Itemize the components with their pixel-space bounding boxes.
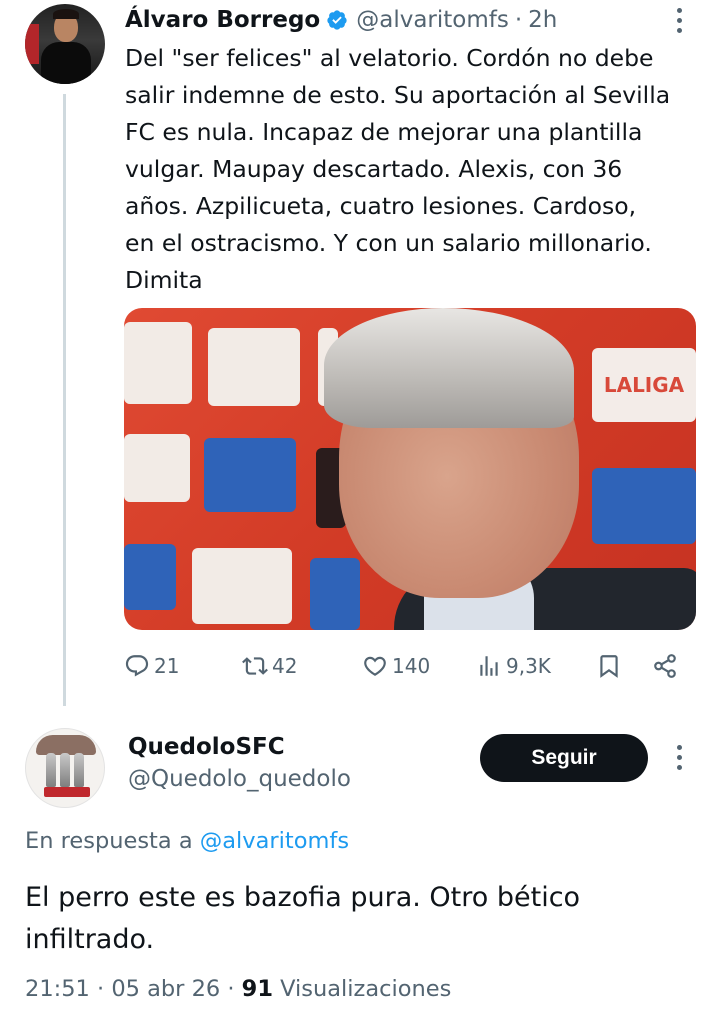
- reply-to-link[interactable]: @alvaritomfs: [200, 828, 349, 854]
- tweet-meta: 21:51 · 05 abr 26 · 91 Visualizaciones: [25, 976, 452, 1002]
- media-sign: LALIGA: [592, 348, 696, 422]
- reply-icon: [125, 655, 149, 677]
- reply-time[interactable]: 21:51: [25, 976, 90, 1002]
- views-bar-chart-icon: [480, 656, 498, 676]
- retweet-button[interactable]: 42: [242, 648, 297, 684]
- more-vertical-icon[interactable]: [677, 8, 683, 34]
- like-count: 140: [392, 654, 431, 678]
- views-button[interactable]: 9,3K: [476, 648, 551, 684]
- retweet-count: 42: [272, 654, 298, 678]
- avatar[interactable]: [25, 4, 105, 84]
- share-button[interactable]: [652, 648, 678, 684]
- more-vertical-icon[interactable]: [677, 745, 683, 773]
- reply-author-handle[interactable]: @Quedolo_quedolo: [128, 766, 351, 792]
- views-label: Visualizaciones: [280, 976, 452, 1002]
- verified-badge-icon: [327, 10, 347, 30]
- author-name[interactable]: Álvaro Borrego: [125, 7, 320, 33]
- views-count: 9,3K: [506, 654, 551, 678]
- reply-date[interactable]: 05 abr 26: [111, 976, 220, 1002]
- views-count: 91: [241, 976, 273, 1002]
- bookmark-button[interactable]: [596, 648, 622, 684]
- share-icon: [654, 654, 676, 678]
- tweet-header: Álvaro Borrego @alvaritomfs · 2h: [125, 5, 557, 35]
- reply-text: El perro este es bazofia pura. Otro béti…: [25, 882, 581, 955]
- tweet-actions-bar: 21 42 140 9,3K: [124, 648, 684, 684]
- avatar[interactable]: [25, 728, 105, 808]
- reply-author-name[interactable]: QuedoloSFC: [128, 734, 285, 760]
- author-handle[interactable]: @alvaritomfs: [356, 7, 509, 33]
- reply-count: 21: [154, 654, 180, 678]
- follow-button[interactable]: Seguir: [480, 734, 648, 782]
- like-button[interactable]: 140: [362, 648, 430, 684]
- bookmark-icon: [600, 655, 618, 678]
- tweet-media-image[interactable]: LALIGA: [124, 308, 696, 630]
- tweet-text: Del "ser felices" al velatorio. Cordón n…: [125, 44, 671, 294]
- reply-context: En respuesta a @alvaritomfs: [25, 828, 349, 854]
- reply-button[interactable]: 21: [124, 648, 179, 684]
- separator-dot: ·: [514, 7, 523, 33]
- reply-prefix: En respuesta a: [25, 828, 193, 854]
- heart-icon: [364, 656, 386, 676]
- retweet-icon: [242, 657, 268, 675]
- thread-connector-line: [63, 94, 66, 706]
- tweet-time[interactable]: 2h: [528, 7, 557, 33]
